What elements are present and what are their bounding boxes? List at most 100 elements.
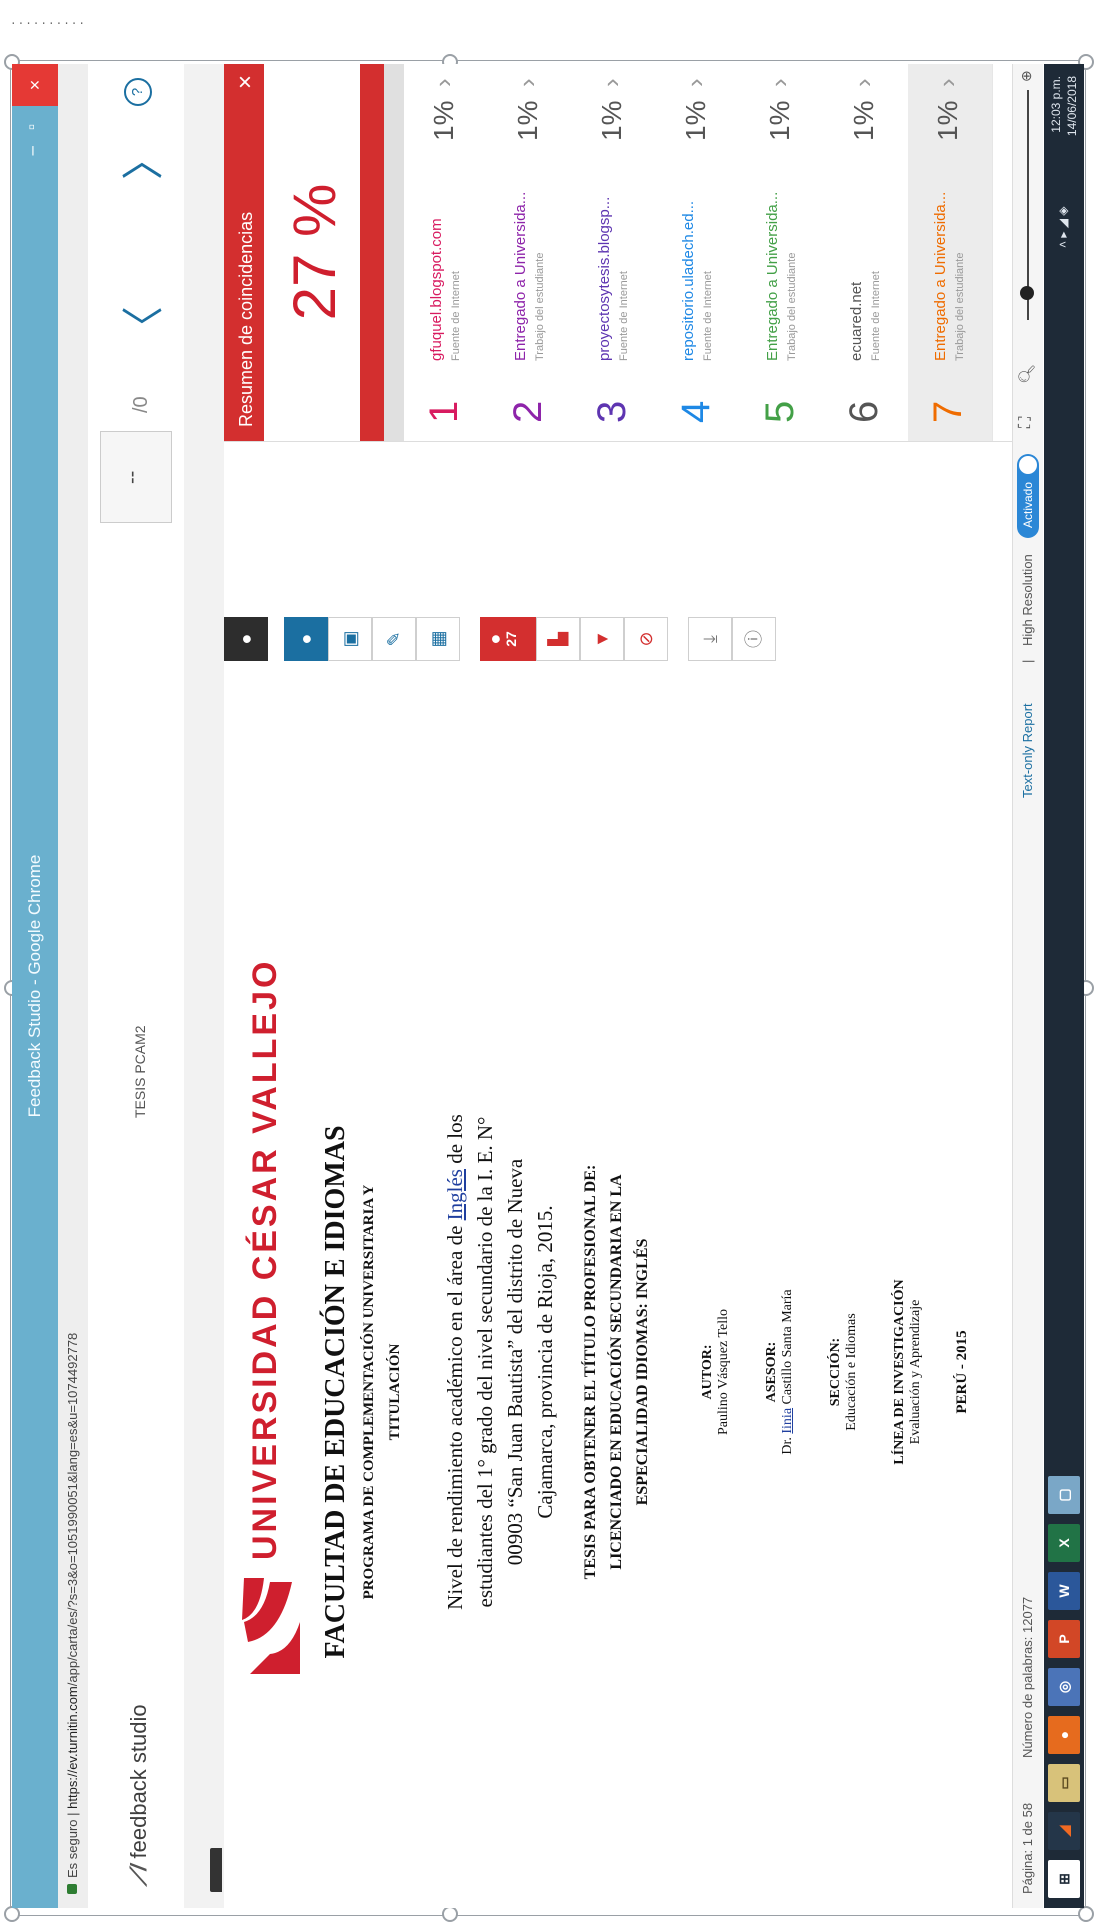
list-item[interactable]: 7 Entregado a Universida... Trabajo del es… (908, 64, 993, 441)
app-icon[interactable]: ▢ (1048, 1476, 1080, 1514)
window-close-button[interactable]: × (12, 64, 58, 106)
logo-text: feedback studio (126, 1704, 151, 1859)
chevron-right-icon[interactable]: › (932, 78, 963, 87)
list-item[interactable]: 4 repositorio.uladech.ed... Fuente de Inte… (656, 64, 741, 441)
info-icon[interactable]: ⓘ (732, 617, 776, 661)
match-percent: 1% (932, 100, 963, 141)
scroll-up-button[interactable] (384, 64, 404, 441)
window-titlebar: Feedback Studio - Google Chrome –▫ × (12, 64, 58, 1908)
chevron-right-icon[interactable]: › (512, 78, 543, 87)
secure-label: Es seguro (65, 1819, 80, 1878)
match-number: 2 (506, 400, 550, 423)
faculty-title: FACULTAD DE EDUCACIÓN E IDIOMAS (320, 1125, 351, 1659)
list-item[interactable]: 3 proyectosytesis.blogsp... Fuente de Inte… (572, 64, 657, 441)
page-field-value: -- (121, 470, 143, 484)
page-total: /0 (130, 396, 152, 413)
match-type: Fuente de Internet (618, 271, 630, 361)
layer-toolbar: ● ● ▣ ✎ ▦ ● 27 ▙ ▼ ⊘ ⤓ ⓘ (224, 603, 784, 673)
word-icon[interactable]: W (1048, 1572, 1080, 1610)
match-type: Trabajo del estudiante (534, 252, 546, 361)
filter-icon[interactable]: ▼ (580, 617, 624, 661)
url-path: /app/carta/es/?s=3&o=1051990051&lang=es&… (65, 1332, 80, 1687)
firefox-icon[interactable]: ● (1048, 1716, 1080, 1754)
zoom-slider[interactable] (1020, 90, 1034, 320)
match-number: 1 (422, 400, 466, 423)
resize-handle[interactable] (442, 1906, 458, 1922)
list-item[interactable]: 2 Entregado a Universida... Trabajo del es… (488, 64, 573, 441)
resize-handle[interactable] (4, 1906, 20, 1922)
help-icon[interactable]: ? (124, 78, 152, 106)
author-block: AUTOR: Paulino Vásquez Tello (700, 1308, 731, 1436)
download-icon[interactable]: ⤓ (688, 617, 732, 661)
match-type: Fuente de Internet (870, 271, 882, 361)
system-clock[interactable]: 12:03 p.m. 14/06/2018 (1048, 76, 1080, 136)
explorer-icon[interactable]: ▭ (1048, 1764, 1080, 1802)
chrome-icon[interactable]: ◎ (1048, 1668, 1080, 1706)
match-percent: 1% (596, 100, 627, 141)
match-overview-icon[interactable]: ▙ (536, 617, 580, 661)
comment-icon[interactable]: ▣ (328, 617, 372, 661)
match-type: Trabajo del estudiante (954, 252, 966, 361)
match-source: gfuquel.blogspot.com (428, 218, 445, 361)
list-item[interactable]: 1 gfuquel.blogspot.com Fuente de Internet 1… (404, 64, 489, 441)
ucv-logo-icon (242, 1578, 300, 1674)
document-page: UNIVERSIDAD CÉSAR VALLEJO FACULTAD DE ED… (224, 760, 1064, 1822)
powerpoint-icon[interactable]: P (1048, 1620, 1080, 1658)
chevron-right-icon[interactable]: › (764, 78, 795, 87)
chevron-right-icon[interactable]: › (848, 78, 879, 87)
next-page-icon[interactable]: 〉 (110, 138, 171, 180)
previous-page-icon[interactable]: 〈 (110, 306, 171, 348)
zoom-in-icon[interactable]: ⊕ (1018, 70, 1035, 82)
exclude-icon[interactable]: ⊘ (624, 617, 668, 661)
match-percent: 1% (512, 100, 543, 141)
page-input[interactable]: -- (100, 431, 172, 523)
panel-title: Resumen de coincidencias (236, 211, 256, 427)
feedback-studio-logo[interactable]: ⟋/ feedback studio (126, 1704, 152, 1886)
degree-statement: TESIS PARA OBTENER EL TÍTULO PROFESIONAL… (582, 1164, 651, 1580)
text-only-report-link[interactable]: Text-only Report (1020, 703, 1035, 798)
edit-icon[interactable]: ✎ (372, 617, 416, 661)
high-resolution-label: High Resolution (1020, 554, 1035, 646)
match-type: Fuente de Internet (450, 271, 462, 361)
window-title: Feedback Studio - Google Chrome (25, 854, 44, 1118)
match-source: Entregado a Universida... (512, 191, 529, 361)
app-header: ⟋/feedback studio TESIS PCAM2 -- /0 〈 〉 … (88, 64, 187, 1908)
match-number: 7 (926, 400, 970, 423)
panel-header: Resumen de coincidencias × 27 % (224, 64, 384, 441)
list-item[interactable]: 6 ecuared.net Fuente de Internet 1% › (824, 64, 909, 441)
page-count: Página: 1 de 58 (1020, 1802, 1035, 1894)
close-icon[interactable]: × (232, 75, 260, 89)
program-title: PROGRAMA DE COMPLEMENTACIÓN UNIVERSITARI… (361, 1184, 403, 1600)
similarity-button[interactable]: ● 27 (480, 617, 536, 661)
rotated-screenshot: Feedback Studio - Google Chrome –▫ × Es … (12, 64, 1084, 1908)
match-number: 4 (674, 400, 718, 423)
match-source: repositorio.uladech.ed... (680, 200, 697, 361)
rubric-grid-icon[interactable]: ▦ (416, 617, 460, 661)
zoom-out-icon[interactable]: 🔍︎ (1017, 364, 1037, 384)
windows-start-icon[interactable]: ⊞ (1048, 1860, 1080, 1898)
tray-icons[interactable]: ˄ ▸ ◢ ◈ (1056, 207, 1070, 249)
high-resolution-toggle[interactable]: Activado (1017, 454, 1039, 538)
fullscreen-icon[interactable]: ⛶ (1017, 417, 1035, 428)
list-item[interactable]: 5 Entregado a Universida... Trabajo del es… (740, 64, 825, 441)
resize-handle[interactable] (1078, 1906, 1094, 1922)
chevron-right-icon[interactable]: › (596, 78, 627, 87)
excel-icon[interactable]: X (1048, 1524, 1080, 1562)
match-number: 3 (590, 400, 634, 423)
chevron-right-icon[interactable]: › (680, 78, 711, 87)
feedback-layer-icon[interactable]: ● (284, 617, 328, 661)
match-source: Entregado a Universida... (764, 191, 781, 361)
university-name: UNIVERSIDAD CÉSAR VALLEJO (246, 958, 284, 1560)
drawer-tab[interactable] (210, 1848, 222, 1892)
lock-icon (67, 1884, 77, 1894)
address-bar[interactable]: Es seguro | https://ev.turnitin.com/app/… (58, 64, 89, 1908)
country-year: PERÚ - 2015 (954, 1330, 970, 1414)
chevron-right-icon[interactable]: › (428, 78, 459, 87)
layers-icon[interactable]: ● (224, 617, 268, 661)
url-text[interactable]: Es seguro | https://ev.turnitin.com/app/… (65, 1333, 80, 1878)
match-highlight[interactable]: Inglés (443, 1169, 467, 1220)
overall-similarity: 27 % (281, 183, 348, 321)
edge-icon[interactable]: ◢ (1048, 1812, 1080, 1850)
match-highlight[interactable]: Iinia (780, 1408, 795, 1434)
window-controls[interactable]: –▫ (22, 108, 42, 155)
